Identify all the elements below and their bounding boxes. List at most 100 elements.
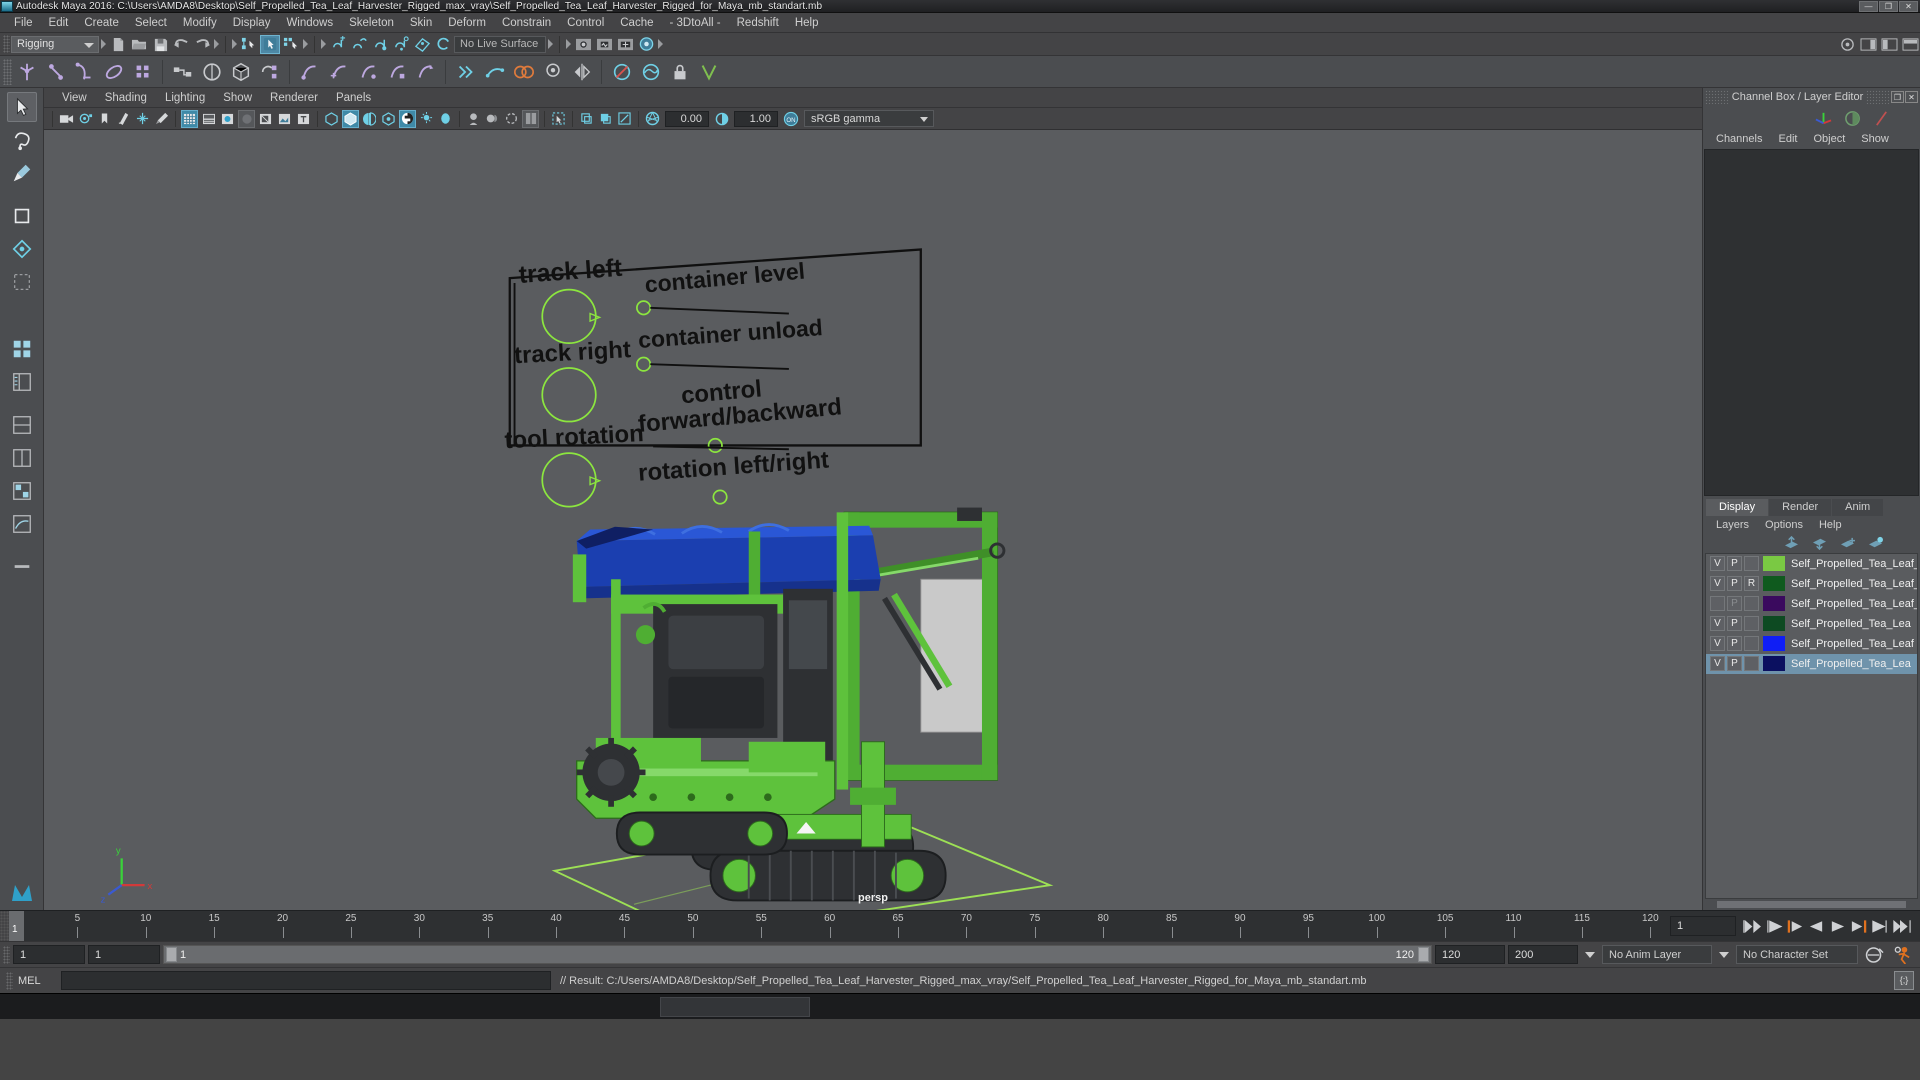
menu-windows[interactable]: Windows <box>278 15 341 31</box>
render-settings-icon[interactable] <box>615 35 635 54</box>
character-set-field[interactable]: No Character Set <box>1736 945 1858 964</box>
lattice-deform-icon[interactable] <box>99 58 128 86</box>
character-set-dropdown-arrow[interactable] <box>1719 951 1729 958</box>
isolate-select-icon[interactable] <box>550 110 567 128</box>
taskbar-app-button[interactable] <box>660 996 810 1017</box>
gamma-icon[interactable] <box>713 110 730 128</box>
animation-end-field[interactable]: 200 <box>1508 945 1578 964</box>
menu-redshift[interactable]: Redshift <box>729 15 787 31</box>
animation-preferences-button[interactable] <box>1890 946 1916 964</box>
blend-shape-icon[interactable] <box>509 58 538 86</box>
time-slider-grip[interactable] <box>0 911 9 941</box>
tab-display[interactable]: Display <box>1706 498 1769 516</box>
layer-visible-toggle[interactable]: V <box>1710 656 1725 671</box>
panel-close-button[interactable]: ✕ <box>1905 91 1918 103</box>
script-editor-button[interactable]: {;} <box>1894 971 1914 990</box>
view-transform-icon[interactable] <box>616 110 633 128</box>
xray-display-icon[interactable] <box>323 110 340 128</box>
menu-skin[interactable]: Skin <box>402 15 440 31</box>
viewport-menu-panels[interactable]: Panels <box>327 91 380 105</box>
wireframe-shading-icon[interactable] <box>181 109 198 128</box>
ipr-render-icon[interactable] <box>594 35 614 54</box>
layer-row-5[interactable]: V P Self_Propelled_Tea_Leaf <box>1706 634 1917 654</box>
panel-grip[interactable] <box>1705 90 1729 104</box>
open-scene-icon[interactable] <box>129 35 149 54</box>
lasso-tool-button[interactable] <box>7 125 37 155</box>
shaded-textured-icon[interactable] <box>219 110 236 128</box>
skin-bind-icon[interactable] <box>128 58 157 86</box>
screen-space-ao-icon[interactable] <box>465 110 482 128</box>
layer-visible-toggle[interactable]: V <box>1710 576 1725 591</box>
node-editor-icon[interactable] <box>168 58 197 86</box>
sidebar-toggle-1-icon[interactable] <box>1858 35 1878 54</box>
texture-checker-icon[interactable] <box>399 109 416 128</box>
layer-color-swatch[interactable] <box>1763 576 1785 591</box>
range-left-handle[interactable] <box>166 947 177 962</box>
hypershade-icon[interactable] <box>636 35 656 54</box>
layer-playback-toggle[interactable]: P <box>1727 576 1742 591</box>
red-slash-icon[interactable] <box>1873 110 1890 127</box>
v-curve-icon[interactable] <box>694 58 723 86</box>
xray-joints-icon[interactable] <box>342 109 359 128</box>
manipulator-axis-icon[interactable] <box>1815 110 1832 127</box>
layer-type-toggle[interactable] <box>1744 636 1759 651</box>
channelbox-menu-show[interactable]: Show <box>1853 133 1897 145</box>
menu-skeleton[interactable]: Skeleton <box>341 15 402 31</box>
playback-end-field[interactable]: 120 <box>1435 945 1505 964</box>
color-management-toggle-icon[interactable]: ON <box>782 110 799 128</box>
smooth-shade-all-icon[interactable] <box>200 110 217 128</box>
set-driven-key-icon[interactable] <box>255 58 284 86</box>
close-button[interactable]: ✕ <box>1899 0 1918 12</box>
move-layer-up-icon[interactable] <box>1783 535 1800 550</box>
exposure-icon[interactable] <box>644 110 661 128</box>
command-line-grip[interactable] <box>6 971 13 990</box>
color-profile-selector[interactable]: sRGB gamma <box>804 110 934 127</box>
light-toggle-icon[interactable] <box>418 110 435 128</box>
layer-color-swatch[interactable] <box>1763 616 1785 631</box>
menu-set-selector[interactable]: Rigging <box>11 35 99 53</box>
channelbox-menu-object[interactable]: Object <box>1805 133 1853 145</box>
menu-modify[interactable]: Modify <box>175 15 225 31</box>
scale-constraint-icon[interactable] <box>382 58 411 86</box>
new-layer-from-selected-icon[interactable] <box>1867 536 1884 550</box>
paint-weights-icon[interactable] <box>538 58 567 86</box>
ik-spline-icon[interactable] <box>70 58 99 86</box>
menu-file[interactable]: File <box>6 15 41 31</box>
sidebar-toggle-2-icon[interactable] <box>1879 35 1899 54</box>
range-start-field[interactable]: 1 <box>13 945 85 964</box>
motion-blur-icon[interactable] <box>484 110 501 128</box>
menu-control[interactable]: Control <box>559 15 612 31</box>
channel-box-list[interactable] <box>1704 149 1919 496</box>
layer-type-toggle[interactable] <box>1744 596 1759 611</box>
cluster-deformer-icon[interactable] <box>451 58 480 86</box>
wire-deformer-icon[interactable] <box>480 58 509 86</box>
layer-playback-toggle[interactable]: P <box>1727 596 1742 611</box>
color-management-icon[interactable] <box>522 109 539 128</box>
shelf-grip[interactable] <box>3 58 12 85</box>
layout-outliner-persp-button[interactable] <box>7 443 37 473</box>
layers-menu[interactable]: Layers <box>1708 519 1757 531</box>
layer-playback-toggle[interactable]: P <box>1727 656 1742 671</box>
select-object-icon[interactable] <box>260 34 280 54</box>
move-layer-down-icon[interactable] <box>1811 536 1828 550</box>
anti-alias-icon[interactable] <box>503 110 520 128</box>
menu-constrain[interactable]: Constrain <box>494 15 559 31</box>
layout-more-button[interactable] <box>7 552 37 582</box>
range-grip[interactable] <box>3 945 10 964</box>
snap-to-curve-icon[interactable] <box>349 35 369 54</box>
panel-restore-button[interactable]: ❐ <box>1891 91 1904 103</box>
layer-playback-toggle[interactable]: P <box>1727 616 1742 631</box>
layer-color-swatch[interactable] <box>1763 556 1785 571</box>
sphere-primitive-icon[interactable] <box>197 58 226 86</box>
viewport-menu-show[interactable]: Show <box>214 91 261 105</box>
select-tool-button[interactable] <box>6 92 37 122</box>
show-hide-ui-left-icon[interactable] <box>1837 35 1857 54</box>
layout-graph-editor-button[interactable] <box>7 509 37 539</box>
layer-list-horizontal-scrollbar[interactable] <box>1703 899 1920 910</box>
aim-constraint-icon[interactable] <box>411 58 440 86</box>
layer-row-4[interactable]: V P Self_Propelled_Tea_Lea <box>1706 614 1917 634</box>
layer-row-1[interactable]: V P Self_Propelled_Tea_Leaf_H <box>1706 554 1917 574</box>
select-hierarchy-icon[interactable] <box>239 35 259 54</box>
create-joint-icon[interactable] <box>12 58 41 86</box>
save-scene-icon[interactable] <box>150 35 170 54</box>
